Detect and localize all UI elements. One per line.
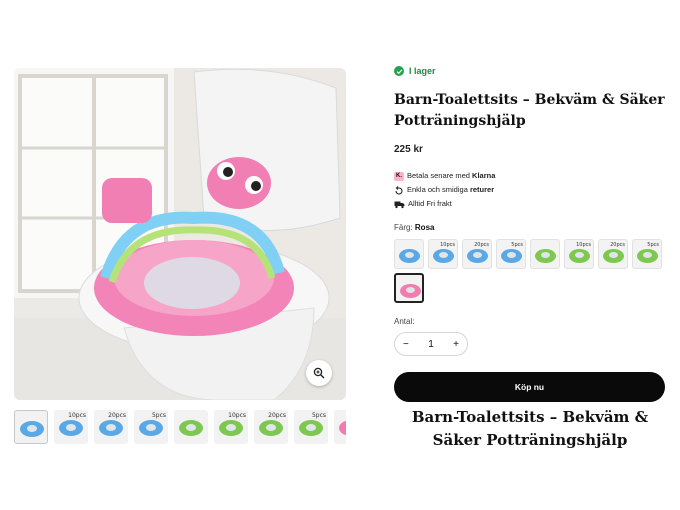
- pack-size-tag: 10pcs: [68, 412, 86, 419]
- seat-hole: [306, 424, 316, 431]
- selected-color: Rosa: [414, 223, 435, 232]
- zoom-button[interactable]: [306, 360, 332, 386]
- thumbnail-3[interactable]: 20pcs: [94, 410, 128, 444]
- quantity-stepper: − 1 +: [394, 332, 468, 356]
- color-swatch-9[interactable]: [394, 273, 424, 303]
- thumbnail-1[interactable]: [14, 410, 48, 444]
- product-title: Barn-Toalettsits – Bekväm & Säker Potträ…: [394, 92, 665, 129]
- main-product-image[interactable]: [14, 68, 346, 400]
- check-circle-icon: [394, 66, 404, 76]
- stock-status-text: I lager: [409, 66, 436, 76]
- seat-hole: [541, 252, 550, 258]
- stock-status: I lager: [394, 66, 666, 76]
- toilet-seat-illustration: [14, 68, 346, 400]
- color-swatch-5[interactable]: [530, 239, 560, 269]
- perk-text: Enkla och smidiga returer: [407, 185, 495, 194]
- perk-text: Alltid Fri frakt: [408, 199, 452, 208]
- color-swatch-8[interactable]: 5pcs: [632, 239, 662, 269]
- thumbnail-8[interactable]: 5pcs: [294, 410, 328, 444]
- seat-hole: [226, 424, 236, 431]
- seat-image: [339, 420, 346, 436]
- color-swatch-6[interactable]: 10pcs: [564, 239, 594, 269]
- color-swatches: 10pcs 20pcs 5pcs 10pcs 20pcs 5pcs: [394, 239, 666, 303]
- product-heading: Barn-Toalettsits – Bekväm & Säker Potträ…: [411, 408, 649, 449]
- pack-size-tag: 10pcs: [228, 412, 246, 419]
- truck-icon: [394, 201, 405, 208]
- pack-size-tag: 20pcs: [610, 242, 625, 248]
- color-swatch-2[interactable]: 10pcs: [428, 239, 458, 269]
- pack-size-tag: 10pcs: [440, 242, 455, 248]
- perks-list: K. Betala senare med Klarna Enkla och sm…: [394, 169, 666, 211]
- thumbnail-6[interactable]: 10pcs: [214, 410, 248, 444]
- seat-hole: [406, 287, 415, 293]
- perk-returns: Enkla och smidiga returer: [394, 183, 666, 197]
- seat-hole: [609, 252, 618, 258]
- perk-klarna: K. Betala senare med Klarna: [394, 169, 666, 183]
- decrease-quantity-button[interactable]: −: [403, 339, 409, 350]
- seat-hole: [507, 252, 516, 258]
- thumbnail-7[interactable]: 20pcs: [254, 410, 288, 444]
- seat-hole: [146, 424, 156, 431]
- pack-size-tag: 20pcs: [268, 412, 286, 419]
- product-price: 225 kr: [394, 144, 423, 155]
- pack-size-tag: 20pcs: [108, 412, 126, 419]
- seat-hole: [575, 252, 584, 258]
- product-info: I lager Barn-Toalettsits – Bekväm & Säke…: [394, 66, 666, 402]
- pack-size-tag: 5pcs: [311, 412, 326, 419]
- thumbnail-5[interactable]: [174, 410, 208, 444]
- perk-text: Betala senare med Klarna: [407, 171, 496, 180]
- klarna-icon: K.: [394, 171, 404, 181]
- thumbnail-9[interactable]: [334, 410, 346, 444]
- color-swatch-1[interactable]: [394, 239, 424, 269]
- pack-size-tag: 5pcs: [647, 242, 659, 248]
- quantity-label: Antal:: [394, 317, 415, 326]
- color-swatch-7[interactable]: 20pcs: [598, 239, 628, 269]
- zoom-icon: [313, 367, 325, 379]
- pack-size-tag: 20pcs: [474, 242, 489, 248]
- seat-hole: [405, 252, 414, 258]
- perk-shipping: Alltid Fri frakt: [394, 197, 666, 211]
- seat-hole: [643, 252, 652, 258]
- thumbnail-strip: 10pcs 20pcs 5pcs 10pcs 20pcs 5pcs: [14, 410, 346, 446]
- returns-icon: [395, 185, 403, 195]
- pack-size-tag: 10pcs: [576, 242, 591, 248]
- quantity-value[interactable]: 1: [428, 339, 434, 350]
- increase-quantity-button[interactable]: +: [453, 339, 459, 350]
- pack-size-tag: 5pcs: [511, 242, 523, 248]
- seat-hole: [27, 425, 37, 432]
- color-label: Färg: Rosa: [394, 223, 435, 232]
- seat-hole: [439, 252, 448, 258]
- thumbnail-2[interactable]: 10pcs: [54, 410, 88, 444]
- thumbnail-4[interactable]: 5pcs: [134, 410, 168, 444]
- seat-hole: [473, 252, 482, 258]
- color-swatch-3[interactable]: 20pcs: [462, 239, 492, 269]
- seat-hole: [66, 424, 76, 431]
- pack-size-tag: 5pcs: [151, 412, 166, 419]
- seat-hole: [186, 424, 196, 431]
- buy-now-button[interactable]: Köp nu: [394, 372, 665, 402]
- seat-hole: [266, 424, 276, 431]
- seat-hole: [106, 424, 116, 431]
- color-swatch-4[interactable]: 5pcs: [496, 239, 526, 269]
